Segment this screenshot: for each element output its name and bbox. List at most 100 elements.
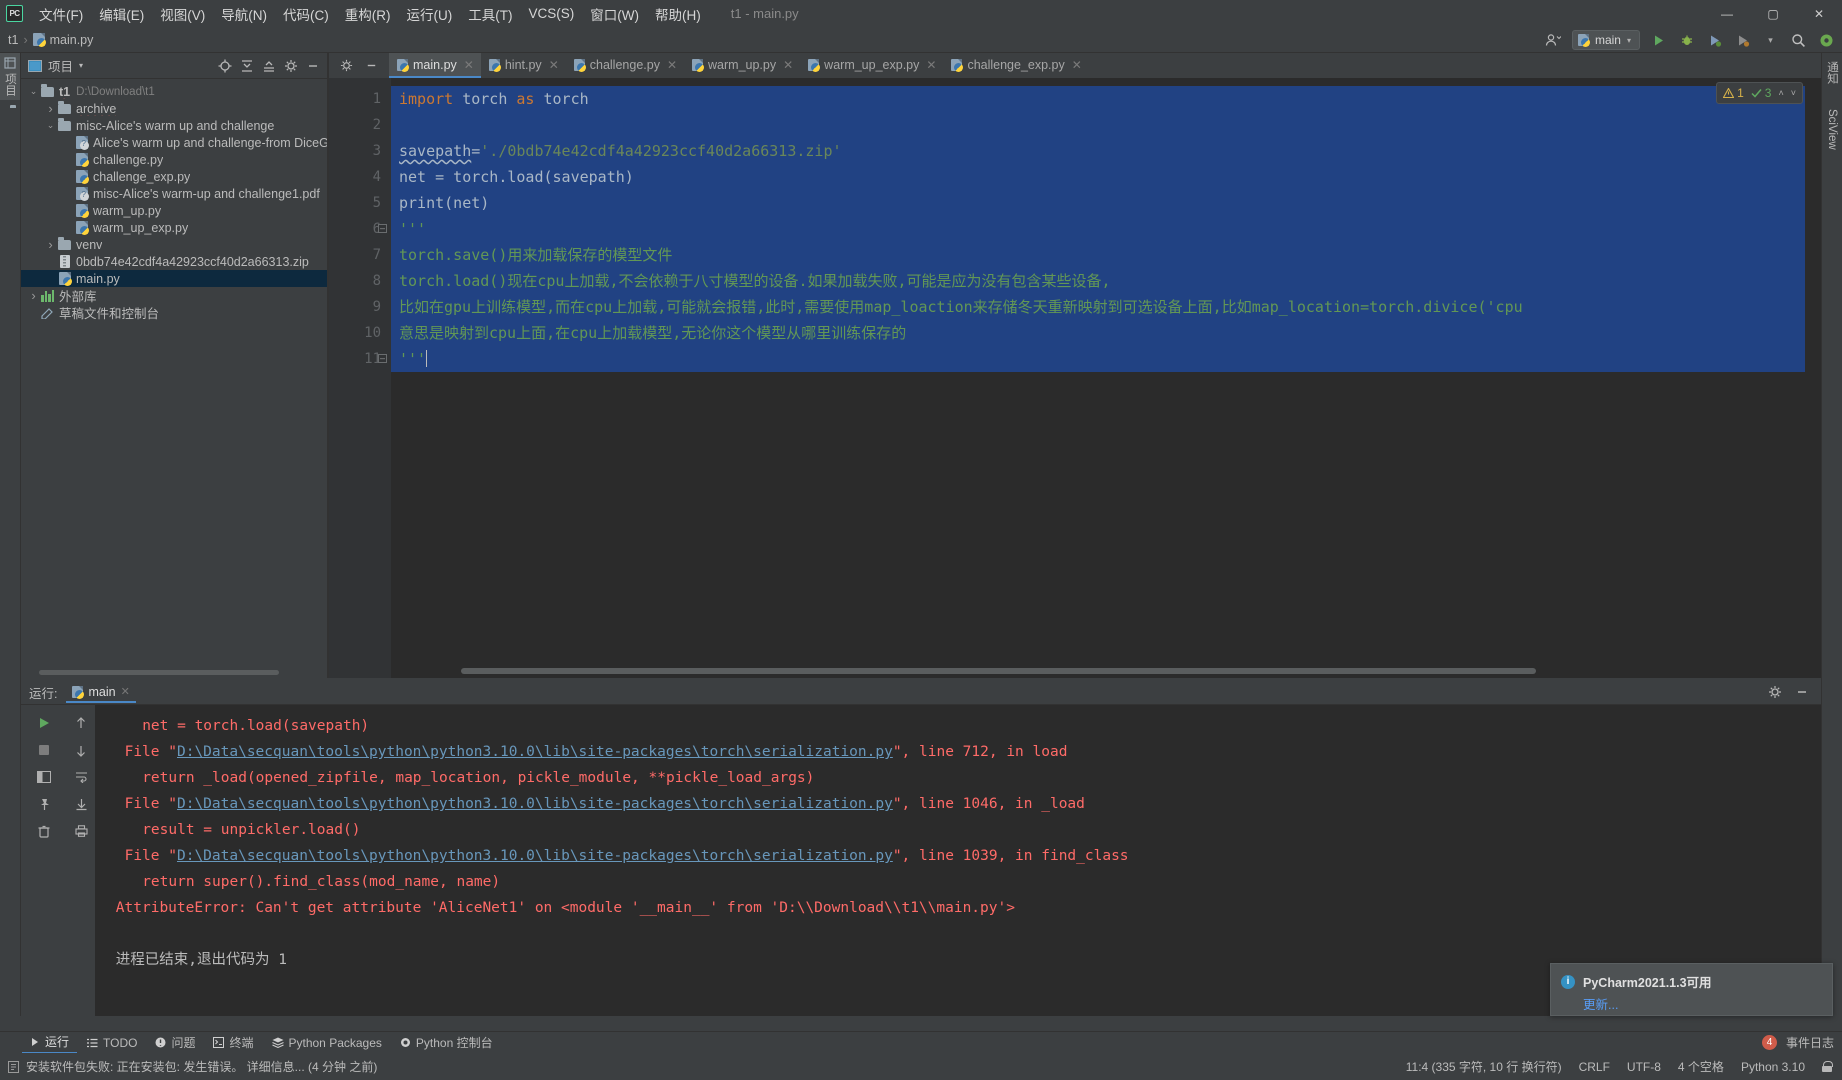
chevron-down-icon[interactable]: ⌄ — [27, 86, 40, 97]
bottom-bar-item-3[interactable]: 终端 — [205, 1032, 261, 1053]
project-tree[interactable]: ⌄ t1 D:\Download\t1 › archive ⌄ misc-Alice's w… — [21, 79, 327, 678]
chevron-right-icon[interactable]: › — [27, 288, 40, 303]
menu-item-4[interactable]: 代码(C) — [275, 1, 337, 27]
code-fold-toggle[interactable]: – — [378, 354, 389, 365]
bottom-bar-item-4[interactable]: Python Packages — [264, 1034, 390, 1052]
code-line[interactable]: torch.load()现在cpu上加载,不会依赖于八寸模型的设备.如果加载失败… — [391, 268, 1821, 294]
menu-item-0[interactable]: 文件(F) — [31, 1, 91, 27]
close-icon[interactable]: ✕ — [926, 58, 936, 72]
python-interpreter[interactable]: Python 3.10 — [1741, 1060, 1805, 1074]
gear-icon[interactable] — [1817, 31, 1836, 50]
code-line[interactable]: torch.save()用来加载保存的模型文件 — [391, 242, 1821, 268]
sidebar-item-notifications[interactable]: 通知 — [1821, 57, 1842, 91]
caret-position[interactable]: 11:4 (335 字符, 10 行 换行符) — [1406, 1058, 1562, 1075]
code-line[interactable]: net = torch.load(savepath) — [391, 164, 1821, 190]
editor-vscrollbar[interactable] — [1805, 78, 1821, 678]
editor-tab-hint-py[interactable]: hint.py ✕ — [481, 53, 566, 78]
code-line[interactable]: print(net) — [391, 190, 1821, 216]
scroll-down-icon[interactable] — [69, 738, 93, 762]
notification-update-link[interactable]: 更新... — [1583, 994, 1618, 1013]
chevron-up-icon[interactable]: ˄ — [1778, 88, 1783, 98]
tree-node[interactable]: 0bdb74e42cdf4a42923ccf40d2a66313.zip — [21, 253, 327, 270]
code-text-area[interactable]: import torch as torch savepath='./0bdb74… — [391, 78, 1821, 678]
tree-node[interactable]: Alice's warm up and challenge-from DiceG… — [21, 134, 327, 151]
breadcrumb-project[interactable]: t1 — [8, 33, 18, 47]
stop-icon[interactable] — [32, 738, 56, 762]
print-icon[interactable] — [69, 819, 93, 843]
sidebar-item-project[interactable]: 项目 — [0, 53, 20, 100]
close-button[interactable]: ✕ — [1796, 0, 1842, 27]
menu-item-10[interactable]: 帮助(H) — [647, 1, 709, 27]
tree-node[interactable]: main.py — [21, 270, 327, 287]
event-log-button[interactable]: 事件日志 — [1786, 1034, 1834, 1051]
chevron-right-icon[interactable]: › — [44, 237, 57, 252]
soft-wrap-icon[interactable] — [69, 765, 93, 789]
gear-icon[interactable] — [281, 56, 300, 75]
sidebar-item-structure[interactable] — [0, 106, 20, 108]
tree-node[interactable]: warm_up_exp.py — [21, 219, 327, 236]
maximize-button[interactable]: ▢ — [1750, 0, 1796, 27]
hide-panel-icon[interactable] — [303, 56, 322, 75]
editor-tab-main-py[interactable]: main.py ✕ — [389, 53, 481, 78]
bottom-bar-item-2[interactable]: 问题 — [147, 1032, 203, 1053]
run-tab-main[interactable]: main ✕ — [66, 682, 136, 703]
console-file-link[interactable]: D:\Data\secquan\tools\python\python3.10.… — [177, 848, 893, 864]
hide-panel-icon[interactable] — [1792, 683, 1811, 702]
lock-icon[interactable] — [1822, 1061, 1833, 1072]
pin-icon[interactable] — [32, 792, 56, 816]
code-line[interactable]: 比如在gpu上训练模型,而在cpu上加载,可能就会报错,此时,需要使用map_l… — [391, 294, 1821, 320]
scroll-to-end-icon[interactable] — [69, 792, 93, 816]
layout-icon[interactable] — [32, 765, 56, 789]
editor-tab-challenge-py[interactable]: challenge.py ✕ — [566, 53, 684, 78]
locate-icon[interactable] — [215, 56, 234, 75]
run-icon[interactable] — [1649, 31, 1668, 50]
editor-hscrollbar[interactable] — [461, 668, 1536, 674]
hide-panel-icon[interactable] — [362, 56, 381, 75]
trash-icon[interactable] — [32, 819, 56, 843]
chevron-down-icon[interactable]: ▾ — [79, 61, 83, 70]
status-message[interactable]: 安装软件包失败: 正在安装包: 发生错误。 详细信息... (4 分钟 之前) — [26, 1058, 377, 1075]
status-message-area[interactable]: 安装软件包失败: 正在安装包: 发生错误。 详细信息... (4 分钟 之前) — [0, 1058, 377, 1075]
coverage-icon[interactable] — [1705, 31, 1724, 50]
expand-all-icon[interactable] — [237, 56, 256, 75]
chevron-down-icon[interactable]: ⌄ — [44, 120, 57, 131]
bottom-bar-item-0[interactable]: 运行 — [22, 1031, 78, 1054]
inspection-widget[interactable]: 1 3 ˄ ˅ — [1716, 82, 1803, 104]
tree-node[interactable]: challenge_exp.py — [21, 168, 327, 185]
menu-item-5[interactable]: 重构(R) — [337, 1, 399, 27]
bottom-bar-item-1[interactable]: TODO — [79, 1034, 145, 1052]
code-line[interactable] — [391, 112, 1821, 138]
run-configuration-selector[interactable]: main ▾ — [1571, 30, 1640, 50]
gear-icon[interactable] — [1765, 683, 1784, 702]
editor-gutter[interactable]: 1 2 3 4 5 6–7 8 9 10 11– — [329, 78, 391, 678]
menu-item-1[interactable]: 编辑(E) — [91, 1, 152, 27]
code-line[interactable]: import torch as torch — [391, 86, 1821, 112]
menu-item-3[interactable]: 导航(N) — [213, 1, 275, 27]
sidebar-item-sciview[interactable]: SciView — [1823, 105, 1841, 157]
close-icon[interactable]: ✕ — [121, 685, 130, 698]
profile-icon[interactable] — [1733, 31, 1752, 50]
tree-node[interactable]: challenge.py — [21, 151, 327, 168]
close-icon[interactable]: ✕ — [667, 58, 677, 72]
code-fold-toggle[interactable]: – — [378, 224, 389, 235]
close-icon[interactable]: ✕ — [549, 58, 559, 72]
menu-item-8[interactable]: VCS(S) — [521, 3, 583, 24]
close-icon[interactable]: ✕ — [464, 58, 474, 72]
tree-node[interactable]: ⌄ t1 D:\Download\t1 — [21, 83, 327, 100]
editor-tab-warm_up_exp-py[interactable]: warm_up_exp.py ✕ — [800, 53, 943, 78]
bottom-bar-item-5[interactable]: Python 控制台 — [392, 1032, 501, 1053]
breadcrumb-file[interactable]: main.py — [50, 33, 94, 47]
indent-setting[interactable]: 4 个空格 — [1678, 1058, 1724, 1075]
console-file-link[interactable]: D:\Data\secquan\tools\python\python3.10.… — [177, 744, 893, 760]
console-file-link[interactable]: D:\Data\secquan\tools\python\python3.10.… — [177, 796, 893, 812]
account-icon[interactable] — [1544, 31, 1563, 50]
code-line[interactable]: ''' — [391, 346, 1821, 372]
debug-icon[interactable] — [1677, 31, 1696, 50]
search-icon[interactable] — [1789, 31, 1808, 50]
close-icon[interactable]: ✕ — [783, 58, 793, 72]
gear-icon[interactable] — [337, 56, 356, 75]
editor-tab-challenge_exp-py[interactable]: challenge_exp.py ✕ — [943, 53, 1088, 78]
minimize-button[interactable]: — — [1704, 0, 1750, 27]
close-icon[interactable]: ✕ — [1072, 58, 1082, 72]
menu-item-6[interactable]: 运行(U) — [399, 1, 461, 27]
